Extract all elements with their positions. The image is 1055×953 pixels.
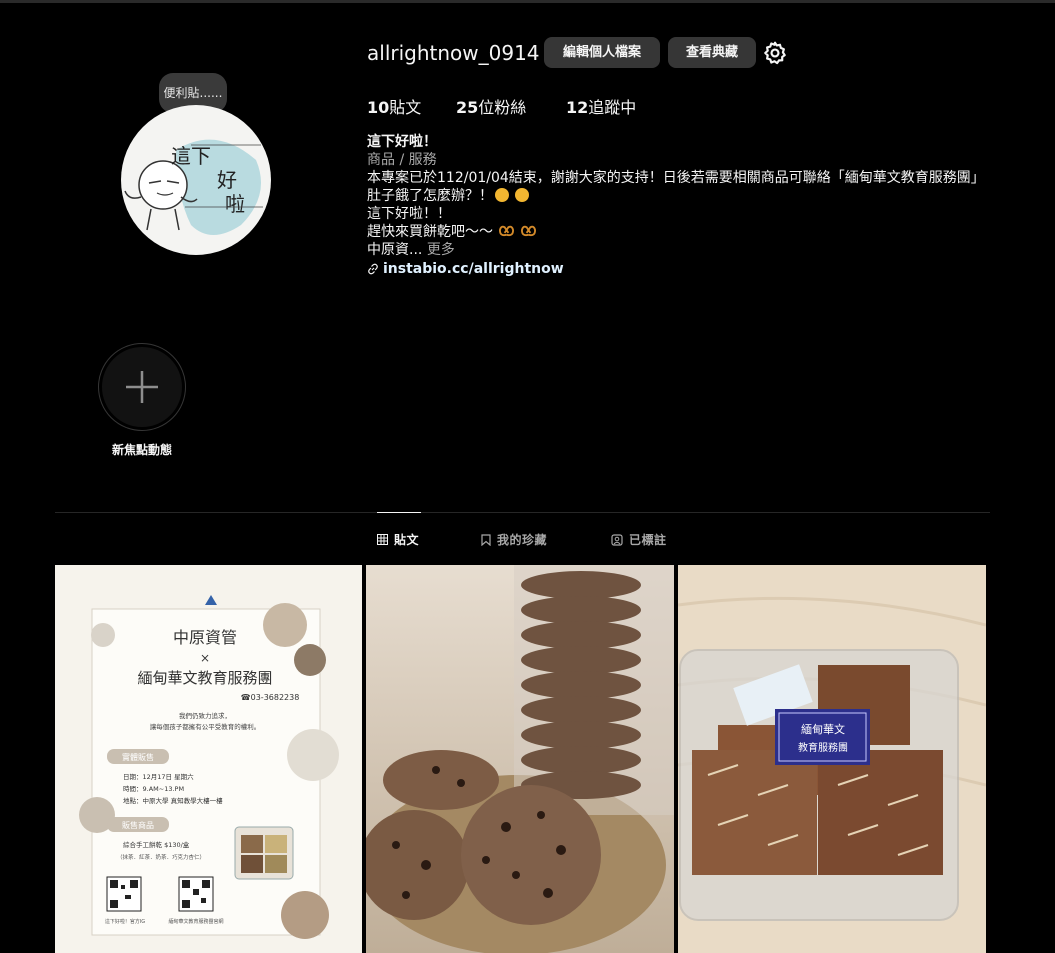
post-thumbnail[interactable]: 緬甸華文 教育服務團	[678, 565, 986, 953]
post-poster-image: 中原資管 × 緬甸華文教育服務團 ☎03-3682238 我們仍致力追求， 讓每…	[55, 565, 362, 953]
pretzel-emoji-icon	[520, 225, 536, 237]
svg-text:我們仍致力追求，: 我們仍致力追求，	[179, 711, 231, 720]
svg-text:教育服務團: 教育服務團	[798, 741, 848, 754]
window-top-border	[0, 0, 1055, 3]
new-highlight-circle	[102, 347, 182, 427]
more-link[interactable]: 更多	[427, 242, 455, 258]
tab-saved-label: 我的珍藏	[497, 533, 548, 547]
grid-icon	[377, 534, 388, 545]
external-link-row[interactable]: instabio.cc/allrightnow	[367, 260, 997, 278]
profile-name: 這下好啦！	[367, 134, 437, 150]
svg-text:緬甸華文教育服務團官網: 緬甸華文教育服務團官網	[168, 918, 223, 925]
edit-profile-button[interactable]: 編輯個人檔案	[544, 37, 660, 68]
bookmark-icon	[481, 533, 491, 546]
bio-line: 肚子餓了怎麼辦？！	[367, 187, 997, 205]
svg-text:時間：9.AM~13.PM: 時間：9.AM~13.PM	[123, 785, 184, 793]
svg-text:販售商品: 販售商品	[122, 820, 154, 830]
settings-gear-icon[interactable]	[762, 40, 788, 66]
tab-tagged-label: 已標註	[629, 533, 667, 547]
svg-text:好: 好	[217, 168, 237, 192]
bio: 這下好啦！ 商品 / 服務 本專案已於112/01/04結束，謝謝大家的支持！日…	[367, 133, 997, 278]
svg-text:緬甸華文教育服務團: 緬甸華文教育服務團	[137, 669, 272, 687]
tagged-person-icon	[611, 533, 623, 546]
svg-text:☎03-3682238: ☎03-3682238	[241, 693, 300, 702]
svg-text:中原資管: 中原資管	[173, 628, 237, 647]
avatar[interactable]: 這下 好 啦	[121, 105, 271, 255]
bio-line: 趕快來買餅乾吧～～	[367, 223, 997, 241]
external-link[interactable]: instabio.cc/allrightnow	[383, 260, 564, 278]
view-archive-button[interactable]: 查看典藏	[668, 37, 756, 68]
post-cookie-box-image: 緬甸華文 教育服務團	[678, 565, 986, 953]
post-cookies-image	[366, 565, 674, 953]
svg-text:（抹茶．紅茶．奶茶．巧克力杏仁）: （抹茶．紅茶．奶茶．巧克力杏仁）	[117, 853, 205, 861]
avatar-illustration: 這下 好 啦	[124, 139, 263, 235]
svg-text:實體販售: 實體販售	[122, 752, 154, 762]
svg-text:緬甸華文: 緬甸華文	[801, 722, 845, 736]
tab-tagged[interactable]: 已標註	[611, 531, 667, 548]
svg-text:這下: 這下	[171, 144, 211, 168]
link-icon	[368, 263, 378, 275]
post-thumbnail[interactable]: 中原資管 × 緬甸華文教育服務團 ☎03-3682238 我們仍致力追求， 讓每…	[55, 565, 362, 953]
tab-posts-label: 貼文	[394, 533, 420, 547]
username: allrightnow_0914	[367, 41, 540, 65]
new-highlight-button[interactable]	[98, 343, 186, 431]
tabs-divider	[55, 512, 990, 513]
active-tab-indicator	[377, 512, 421, 513]
svg-text:地點：中原大學 真知教學大樓一樓: 地點：中原大學 真知教學大樓一樓	[123, 796, 223, 805]
bio-line: 這下好啦！！	[367, 206, 451, 222]
thinking-face-emoji-icon	[495, 188, 509, 202]
svg-text:×: ×	[200, 651, 210, 665]
bio-line: 中原資... 更多	[367, 242, 455, 258]
tab-posts[interactable]: 貼文	[377, 531, 419, 548]
tab-saved[interactable]: 我的珍藏	[481, 531, 547, 548]
bio-line: 本專案已於112/01/04結束，謝謝大家的支持！日後若需要相關商品可聯絡「緬甸…	[367, 170, 985, 186]
profile-category: 商品 / 服務	[367, 152, 437, 168]
svg-text:啦: 啦	[225, 192, 245, 216]
plus-icon	[126, 371, 158, 403]
followers-count[interactable]: 25位粉絲	[456, 94, 526, 118]
pretzel-emoji-icon	[499, 225, 515, 237]
svg-text:日期：12月17日 星期六: 日期：12月17日 星期六	[123, 772, 194, 781]
posts-count: 10貼文	[367, 98, 422, 117]
svg-text:讓每個孩子都擁有公平受教育的權利。: 讓每個孩子都擁有公平受教育的權利。	[150, 722, 261, 731]
thinking-face-emoji-icon	[515, 188, 530, 202]
following-count[interactable]: 12追蹤中	[566, 94, 636, 118]
new-highlight-label: 新焦點動態	[111, 443, 172, 457]
svg-text:這下好啦！官方IG: 這下好啦！官方IG	[105, 918, 145, 925]
note-text: 便利貼......	[163, 86, 223, 100]
post-thumbnail[interactable]	[366, 565, 674, 953]
svg-text:綜合手工餅乾 $130/盒: 綜合手工餅乾 $130/盒	[123, 840, 190, 849]
